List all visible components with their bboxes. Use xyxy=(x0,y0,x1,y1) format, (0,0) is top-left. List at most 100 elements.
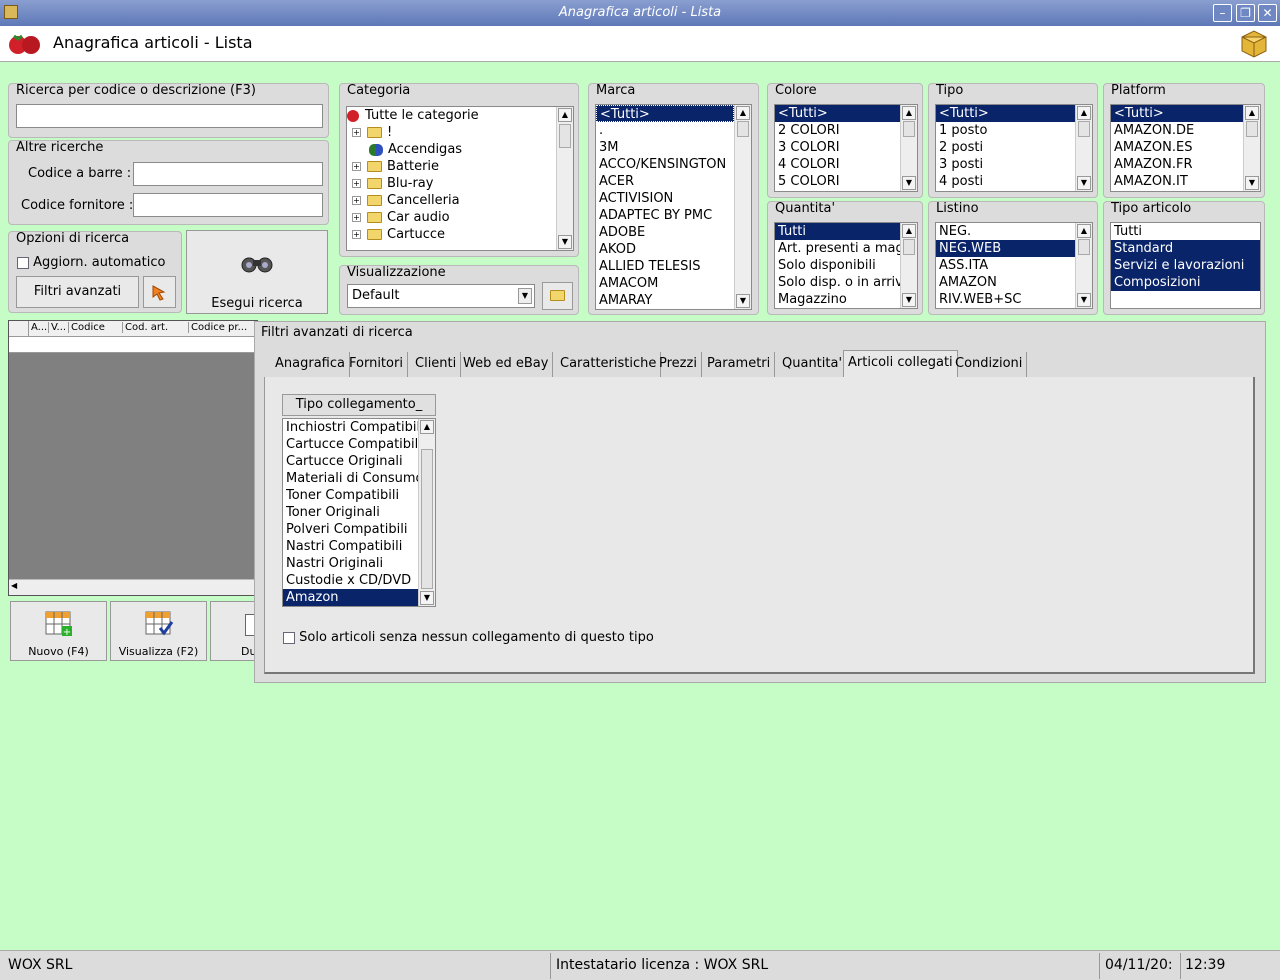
platform-scrollbar[interactable]: ▲ ▼ xyxy=(1243,105,1260,191)
type-list[interactable]: <Tutti> 1 posto 2 posti 3 posti 4 posti … xyxy=(935,104,1093,192)
auto-update-checkbox[interactable]: Aggiorn. automatico xyxy=(17,255,165,270)
list-item[interactable]: . xyxy=(596,122,751,139)
list-item[interactable]: Servizi e lavorazioni xyxy=(1111,257,1260,274)
tab-prezzi[interactable]: Prezzi xyxy=(655,352,702,378)
tab-caratteristiche[interactable]: Caratteristiche xyxy=(556,352,662,378)
list-item[interactable]: AMAZON xyxy=(936,274,1092,291)
list-item[interactable]: ACCO/KENSINGTON xyxy=(596,156,751,173)
list-item[interactable]: ADAPTEC BY PMC xyxy=(596,207,751,224)
restore-icon[interactable]: ❐ xyxy=(1236,4,1255,22)
quantity-list[interactable]: Tutti Art. presenti a magazzino Solo dis… xyxy=(774,222,918,309)
list-item[interactable]: ASS.ITA xyxy=(936,257,1092,274)
tree-item[interactable]: +! xyxy=(347,124,573,141)
list-item[interactable]: ACTIVISION xyxy=(596,190,751,207)
list-item[interactable]: Solo disponibili xyxy=(775,257,917,274)
list-item[interactable]: AKOD xyxy=(596,241,751,258)
list-item[interactable]: <Tutti> xyxy=(936,105,1075,122)
tab-fornitori[interactable]: Fornitori xyxy=(345,352,408,378)
box-icon[interactable] xyxy=(1238,27,1270,59)
type-scrollbar[interactable]: ▲ ▼ xyxy=(1075,105,1092,191)
new-button[interactable]: + Nuovo (F4) xyxy=(10,601,107,661)
tree-item[interactable]: + Blu-ray xyxy=(347,175,573,192)
link-type-scrollbar[interactable]: ▲ ▼ xyxy=(418,419,435,606)
execute-search-button[interactable]: Esegui ricerca xyxy=(186,230,328,314)
brand-scrollbar[interactable]: ▲ ▼ xyxy=(734,105,751,309)
list-item[interactable]: Polveri Compatibili xyxy=(283,521,435,538)
column-header[interactable]: A... xyxy=(31,322,49,333)
list-item[interactable]: ADOBE xyxy=(596,224,751,241)
list-item[interactable]: ACER xyxy=(596,173,751,190)
column-header[interactable]: Codice pr... xyxy=(191,322,259,333)
list-item[interactable]: ALLIED TELESIS xyxy=(596,258,751,275)
list-item[interactable]: AMAZON.FR xyxy=(1111,156,1260,173)
list-item[interactable]: Nastri Compatibili xyxy=(283,538,435,555)
list-item[interactable]: Magazzino xyxy=(775,291,917,308)
list-item[interactable]: Materiali di Consumo xyxy=(283,470,435,487)
no-link-checkbox[interactable]: Solo articoli senza nessun collegamento … xyxy=(283,630,654,645)
column-header[interactable]: Cod. art. xyxy=(125,322,189,333)
list-item[interactable]: AMAZON.ES xyxy=(1111,139,1260,156)
tree-item[interactable]: + Car audio xyxy=(347,209,573,226)
duplicate-button[interactable]: Du xyxy=(210,601,258,661)
article-type-list[interactable]: Tutti Standard Servizi e lavorazioni Com… xyxy=(1110,222,1261,309)
view-select[interactable]: Default ▼ xyxy=(347,284,535,308)
color-scrollbar[interactable]: ▲ ▼ xyxy=(900,105,917,191)
brand-list[interactable]: <Tutti> . 3M ACCO/KENSINGTON ACER ACTIVI… xyxy=(595,104,752,310)
list-item[interactable]: Standard xyxy=(1111,240,1260,257)
list-item[interactable]: RIV.WEB+SC xyxy=(936,291,1092,308)
list-item[interactable]: Cartucce Compatibili xyxy=(283,436,435,453)
link-type-header[interactable]: Tipo collegamento_ xyxy=(282,394,436,416)
view-button[interactable]: Visualizza (F2) xyxy=(110,601,207,661)
pricelist-list[interactable]: NEG. NEG.WEB ASS.ITA AMAZON RIV.WEB+SC ▲… xyxy=(935,222,1093,309)
tab-articoli-collegati[interactable]: Articoli collegati xyxy=(843,350,958,378)
filter-arrow-button[interactable] xyxy=(143,276,176,308)
quantity-scrollbar[interactable]: ▲ ▼ xyxy=(900,223,917,308)
list-item[interactable]: Solo disp. o in arrivo xyxy=(775,274,917,291)
results-grid[interactable]: A... V... Codice Cod. art. Codice pr... … xyxy=(8,320,259,596)
tree-item[interactable]: + Batterie xyxy=(347,158,573,175)
list-item[interactable]: Inchiostri Compatibili xyxy=(283,419,435,436)
tree-item[interactable]: + Cancelleria xyxy=(347,192,573,209)
list-item[interactable]: Composizioni xyxy=(1111,274,1260,291)
link-type-list[interactable]: Inchiostri Compatibili Cartucce Compatib… xyxy=(282,418,436,607)
list-item[interactable]: 3 posti xyxy=(936,156,1092,173)
tab-parametri[interactable]: Parametri xyxy=(703,352,776,378)
list-item[interactable]: Custodie x CD/DVD xyxy=(283,572,435,589)
list-item[interactable]: <Tutti> xyxy=(775,105,900,122)
tree-item[interactable]: + Cartucce xyxy=(347,226,573,243)
list-item[interactable]: AMAZON.DE xyxy=(1111,122,1260,139)
platform-list[interactable]: <Tutti> AMAZON.DE AMAZON.ES AMAZON.FR AM… xyxy=(1110,104,1261,192)
minimize-icon[interactable]: – xyxy=(1213,4,1232,22)
list-item[interactable]: Nastri Originali xyxy=(283,555,435,572)
list-item[interactable]: Tutti xyxy=(1111,223,1260,240)
list-item[interactable]: 5 COLORI xyxy=(775,173,917,190)
list-item[interactable]: Tutti xyxy=(775,223,900,240)
list-item[interactable]: Cartucce Originali xyxy=(283,453,435,470)
list-item[interactable]: 3 COLORI xyxy=(775,139,917,156)
search-input[interactable] xyxy=(16,104,323,128)
tab-quantita[interactable]: Quantita' xyxy=(778,352,848,378)
list-item[interactable]: 1 posto xyxy=(936,122,1092,139)
category-tree[interactable]: Tutte le categorie +! Accendigas + Batter… xyxy=(346,106,574,251)
list-item[interactable]: 4 posti xyxy=(936,173,1092,190)
tab-condizioni[interactable]: Condizioni xyxy=(951,352,1028,378)
color-list[interactable]: <Tutti> 2 COLORI 3 COLORI 4 COLORI 5 COL… xyxy=(774,104,918,192)
list-item[interactable]: Toner Compatibili xyxy=(283,487,435,504)
list-item[interactable]: <Tutti> xyxy=(1111,105,1243,122)
tab-anagrafica[interactable]: Anagrafica xyxy=(271,352,350,378)
list-item[interactable]: AMAZON.IT xyxy=(1111,173,1260,190)
tab-web-ebay[interactable]: Web ed eBay xyxy=(459,352,554,378)
list-item[interactable]: 3M xyxy=(596,139,751,156)
list-item[interactable]: AMACOM xyxy=(596,275,751,292)
list-item[interactable]: Amazon xyxy=(283,589,418,606)
advanced-filters-button[interactable]: Filtri avanzati xyxy=(16,276,139,308)
list-item[interactable]: Art. presenti a magazzino xyxy=(775,240,917,257)
tree-item[interactable]: Accendigas xyxy=(347,141,573,158)
list-item[interactable]: NEG.WEB xyxy=(936,240,1075,257)
supplier-code-input[interactable] xyxy=(133,193,323,217)
close-icon[interactable]: ✕ xyxy=(1258,4,1277,22)
barcode-input[interactable] xyxy=(133,162,323,186)
list-item[interactable]: <Tutti> xyxy=(596,105,734,122)
grid-hscrollbar[interactable]: ◀ xyxy=(9,579,259,595)
tab-clienti[interactable]: Clienti xyxy=(411,352,462,378)
